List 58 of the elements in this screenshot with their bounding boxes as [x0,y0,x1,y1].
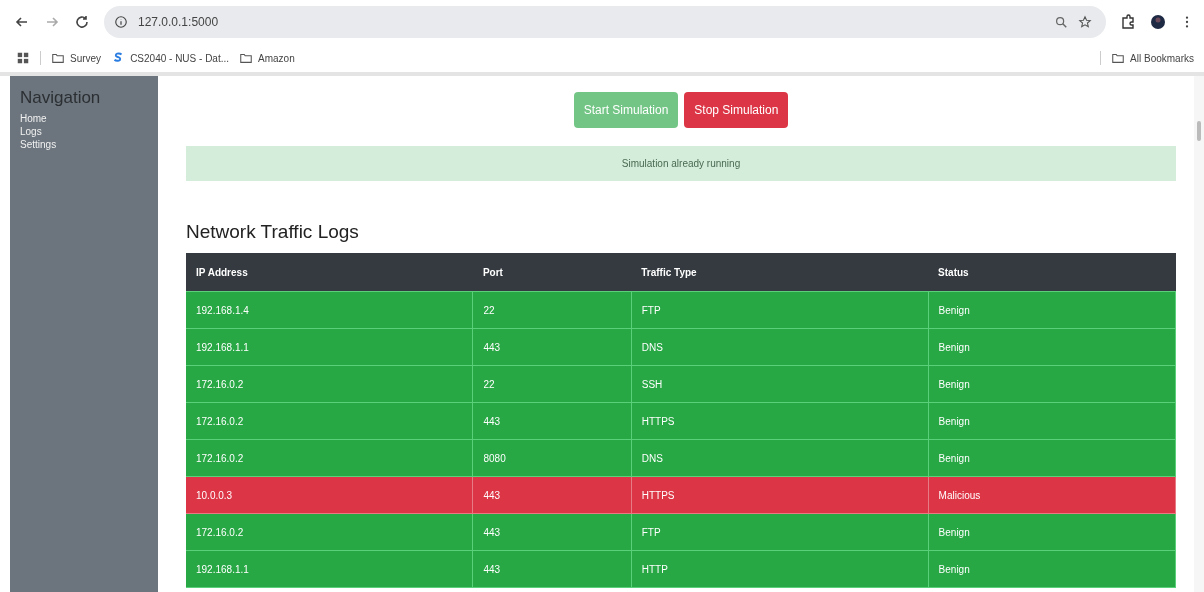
table-cell: SSH [631,365,929,403]
sidebar-title: Navigation [20,88,102,108]
bookmark[interactable]: CS2040 - NUS - Dat... [111,51,230,65]
sidebar-link[interactable]: Home [20,112,148,125]
table-cell: 443 [472,402,632,440]
section-heading: Network Traffic Logs [186,221,360,243]
all-bookmarks[interactable]: All Bookmarks [1111,51,1194,65]
table-cell: Benign [928,402,1176,440]
table-cell: Benign [928,291,1176,329]
table-cell: Benign [928,439,1176,477]
table-cell: 443 [472,513,632,551]
table-cell: Benign [928,550,1176,588]
reload-icon[interactable] [74,14,90,30]
table-cell: Malicious [928,476,1176,514]
table-cell: HTTPS [631,476,929,514]
table-cell: Benign [928,328,1176,366]
table-cell: 8080 [472,439,632,477]
table-cell: 192.168.1.4 [186,291,473,329]
bookmark[interactable]: Amazon [239,51,295,65]
zoom-icon[interactable] [1054,15,1068,29]
column-header: Port [472,253,632,292]
folder-icon [51,51,65,65]
column-header: Status [928,253,1176,292]
table-cell: 172.16.0.2 [186,365,473,403]
table-cell: 192.168.1.1 [186,328,473,366]
table-cell: DNS [631,439,929,477]
folder-icon [239,51,254,65]
table-cell: 192.168.1.1 [186,550,473,588]
folder-icon [1111,51,1126,65]
star-icon[interactable] [1078,15,1092,29]
stop-simulation-button[interactable]: Stop Simulation [684,92,789,128]
column-header: IP Address [186,253,473,292]
table-cell: DNS [631,328,929,366]
table-cell: Benign [928,365,1176,403]
table-cell: 443 [472,476,632,514]
table-cell: FTP [631,513,929,551]
table-cell: Benign [928,513,1176,551]
bookmark[interactable]: Survey [51,51,102,65]
table-cell: 22 [472,291,632,329]
table-cell: 443 [472,550,632,588]
column-header: Traffic Type [631,253,929,292]
table-cell: HTTPS [631,402,929,440]
apps-icon[interactable] [16,51,30,65]
table-cell: 10.0.0.3 [186,476,473,514]
sidebar-link[interactable]: Logs [20,125,148,138]
info-icon[interactable] [114,15,128,29]
sidebar-link[interactable]: Settings [20,138,148,151]
table-cell: 443 [472,328,632,366]
address-bar[interactable]: 127.0.0.1:5000 [104,6,1106,38]
table-cell: FTP [631,291,929,329]
table-cell: 22 [472,365,632,403]
table-cell: 172.16.0.2 [186,439,473,477]
table-cell: 172.16.0.2 [186,513,473,551]
table-cell: HTTP [631,550,929,588]
extensions-icon[interactable] [1120,14,1136,30]
avatar-icon[interactable] [1150,14,1166,30]
table-cell: 172.16.0.2 [186,402,473,440]
status-alert: Simulation already running [186,146,1176,181]
